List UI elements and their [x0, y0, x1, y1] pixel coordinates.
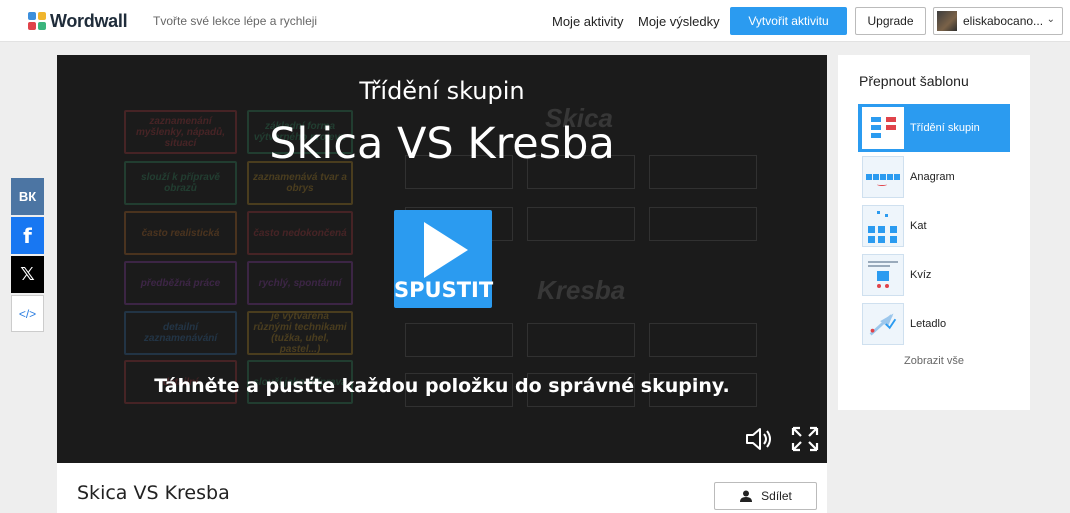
background-card: často realistická — [124, 211, 237, 255]
share-label: Sdílet — [761, 489, 792, 503]
show-all-link[interactable]: Zobrazit vše — [838, 355, 1030, 367]
top-bar: Wordwall Tvořte své lekce lépe a rychlej… — [0, 0, 1070, 42]
drop-slot — [527, 323, 635, 357]
background-card: často nedokončená — [247, 211, 353, 255]
start-button[interactable]: SPUSTIT — [394, 210, 494, 308]
upgrade-button[interactable]: Upgrade — [855, 7, 926, 35]
user-name: eliskabocano... — [963, 14, 1044, 28]
instruction-text: Táhněte a pusťte každou položku do správ… — [154, 375, 730, 397]
background-card: detailní zaznamenávání — [124, 311, 237, 355]
panel-title: Přepnout šablonu — [859, 73, 969, 89]
tagline: Tvořte své lekce lépe a rychleji — [153, 14, 318, 28]
drop-slot — [649, 207, 757, 241]
share-facebook-button[interactable]: f — [11, 217, 44, 254]
template-airplane[interactable]: Letadlo — [858, 300, 1010, 348]
background-card: je vytvářena různými technikami (tužka, … — [247, 311, 353, 355]
template-label: Třídění skupin — [910, 122, 980, 134]
fullscreen-icon[interactable] — [790, 425, 820, 453]
user-menu[interactable]: eliskabocano... ⌄ — [933, 7, 1063, 35]
quiz-icon — [862, 254, 904, 296]
wordwall-logo[interactable]: Wordwall — [28, 10, 128, 32]
share-vk-button[interactable]: ВК — [11, 178, 44, 215]
template-label: Letadlo — [910, 318, 947, 330]
drop-slot — [649, 323, 757, 357]
template-label: Kvíz — [910, 269, 932, 281]
drop-slot — [527, 207, 635, 241]
game-player[interactable]: zaznamenání myšlenky, nápadů, situací zá… — [57, 55, 827, 463]
background-group-heading: Kresba — [537, 275, 626, 305]
share-button[interactable]: Sdílet — [714, 482, 817, 510]
share-x-button[interactable]: 𝕏 — [11, 256, 44, 293]
activity-info: Skica VS Kresba Sdílet — [57, 463, 827, 513]
airplane-icon — [862, 303, 904, 345]
template-label: Anagram — [910, 171, 955, 183]
template-quiz[interactable]: Kvíz — [858, 251, 1010, 299]
play-icon — [424, 222, 468, 278]
person-icon — [740, 490, 753, 502]
template-hangman[interactable]: Kat — [858, 202, 1010, 250]
template-anagram[interactable]: Anagram — [858, 153, 1010, 201]
activity-title: Skica VS Kresba — [77, 482, 230, 504]
anagram-icon — [862, 156, 904, 198]
template-group-sort[interactable]: Třídění skupin — [858, 104, 1010, 152]
create-activity-button[interactable]: Vytvořit aktivitu — [730, 7, 847, 35]
avatar — [937, 11, 957, 31]
template-name: Třídění skupin — [359, 77, 525, 105]
template-label: Kat — [910, 220, 927, 232]
nav-my-activities[interactable]: Moje aktivity — [552, 14, 624, 29]
background-card: rychlý, spontánní — [247, 261, 353, 305]
embed-code-button[interactable]: </> — [11, 295, 44, 332]
nav-my-results[interactable]: Moje výsledky — [638, 14, 720, 29]
hangman-icon — [862, 205, 904, 247]
logo-text: Wordwall — [50, 10, 128, 31]
start-label: SPUSTIT — [394, 278, 494, 302]
logo-icon — [28, 12, 46, 30]
drop-slot — [405, 323, 513, 357]
chevron-down-icon: ⌄ — [1046, 14, 1055, 25]
group-sort-icon — [862, 107, 904, 149]
background-card: předběžná práce — [124, 261, 237, 305]
sound-icon[interactable] — [744, 425, 774, 453]
game-title: Skica VS Kresba — [269, 119, 615, 169]
switch-template-panel: Přepnout šablonu Třídění skupin Anagram — [838, 55, 1030, 410]
